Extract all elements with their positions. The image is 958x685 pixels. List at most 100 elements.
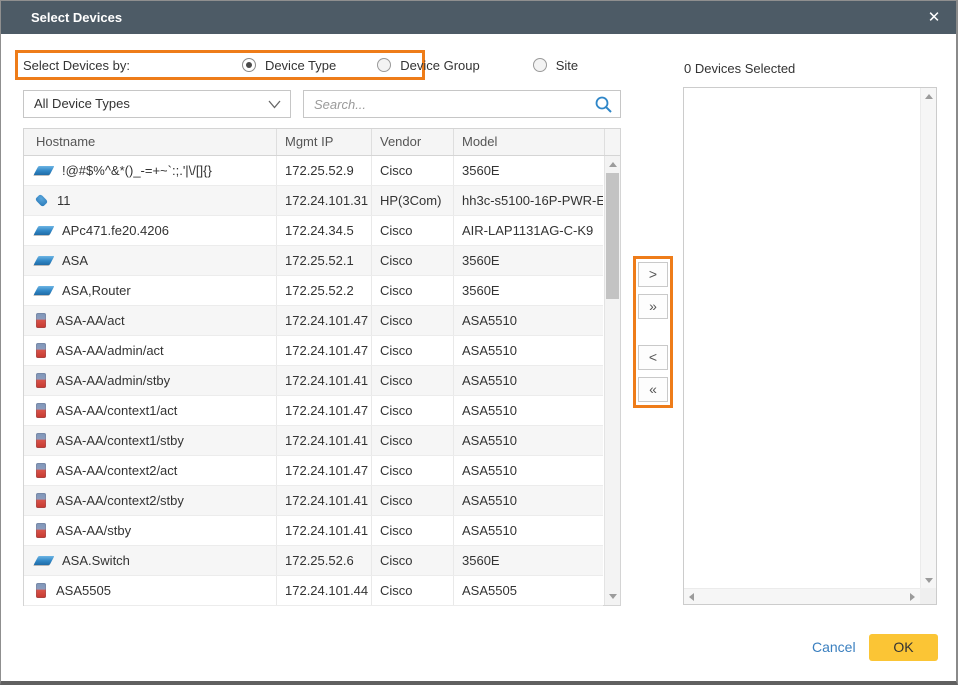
column-header-mgmt-ip[interactable]: Mgmt IP [277, 129, 372, 155]
mgmt-ip-cell: 172.25.52.2 [277, 276, 372, 305]
scrollbar-thumb[interactable] [606, 173, 619, 299]
vendor-cell: Cisco [372, 486, 454, 515]
remove-all-button[interactable]: « [638, 377, 668, 402]
mgmt-ip-cell: 172.24.101.41 [277, 426, 372, 455]
radio-device-type[interactable]: Device Type [242, 58, 336, 73]
model-cell: ASA5505 [454, 576, 603, 605]
model-cell: 3560E [454, 246, 603, 275]
firewall-icon [36, 523, 46, 538]
column-header-hostname[interactable]: Hostname [24, 129, 277, 155]
table-row[interactable]: ASA 172.25.52.1 Cisco 3560E [24, 246, 603, 276]
selected-horizontal-scrollbar[interactable] [684, 588, 920, 604]
model-cell: ASA5510 [454, 396, 603, 425]
selected-devices-listbox[interactable] [683, 87, 937, 605]
close-icon[interactable]: ✕ [924, 8, 944, 28]
firewall-icon [36, 463, 46, 478]
radio-icon[interactable] [377, 58, 391, 72]
hostname-cell: ASA,Router [62, 283, 131, 298]
model-cell: 3560E [454, 156, 603, 185]
chevron-down-icon [268, 100, 281, 109]
model-cell: 3560E [454, 276, 603, 305]
table-row[interactable]: ASA-AA/admin/act 172.24.101.47 Cisco ASA… [24, 336, 603, 366]
search-input[interactable] [304, 91, 592, 117]
model-cell: ASA5510 [454, 456, 603, 485]
scroll-left-icon[interactable] [689, 593, 694, 601]
cancel-button[interactable]: Cancel [812, 639, 856, 655]
firewall-icon [36, 403, 46, 418]
hostname-cell: ASA-AA/context2/act [56, 463, 177, 478]
radio-icon[interactable] [242, 58, 256, 72]
vendor-cell: HP(3Com) [372, 186, 454, 215]
table-row[interactable]: ASA-AA/stby 172.24.101.41 Cisco ASA5510 [24, 516, 603, 546]
firewall-icon [36, 313, 46, 328]
table-row[interactable]: ASA-AA/admin/stby 172.24.101.41 Cisco AS… [24, 366, 603, 396]
scroll-down-icon[interactable] [609, 594, 617, 599]
column-header-model[interactable]: Model [454, 129, 605, 155]
filter-label: Select Devices by: [23, 58, 130, 73]
radio-icon[interactable] [533, 58, 547, 72]
model-cell: ASA5510 [454, 306, 603, 335]
table-row[interactable]: ASA5505 172.24.101.44 Cisco ASA5505 [24, 576, 603, 606]
model-cell: ASA5510 [454, 336, 603, 365]
hostname-cell: ASA-AA/context1/act [56, 403, 177, 418]
model-cell: ASA5510 [454, 516, 603, 545]
table-row[interactable]: ASA-AA/act 172.24.101.47 Cisco ASA5510 [24, 306, 603, 336]
radio-device-group[interactable]: Device Group [377, 58, 479, 73]
hostname-cell: ASA-AA/admin/act [56, 343, 164, 358]
vendor-cell: Cisco [372, 276, 454, 305]
vendor-cell: Cisco [372, 246, 454, 275]
ok-button[interactable]: OK [869, 634, 938, 661]
vendor-cell: Cisco [372, 156, 454, 185]
vendor-cell: Cisco [372, 576, 454, 605]
add-all-button[interactable]: » [638, 294, 668, 319]
scrollbar-corner [920, 588, 936, 604]
device-table-header: Hostname Mgmt IP Vendor Model [24, 129, 620, 156]
model-cell: 3560E [454, 546, 603, 575]
mgmt-ip-cell: 172.24.101.31 [277, 186, 372, 215]
scroll-up-icon[interactable] [609, 162, 617, 167]
mgmt-ip-cell: 172.24.101.47 [277, 456, 372, 485]
switch-icon [34, 166, 55, 175]
model-cell: hh3c-s5100-16P-PWR-EI [454, 186, 603, 215]
mgmt-ip-cell: 172.24.101.47 [277, 396, 372, 425]
hostname-cell: ASA-AA/stby [56, 523, 131, 538]
radio-site[interactable]: Site [533, 58, 578, 73]
select-devices-dialog: Select Devices ✕ Select Devices by: Devi… [0, 0, 958, 685]
scroll-up-icon[interactable] [925, 94, 933, 99]
hostname-cell: ASA5505 [56, 583, 111, 598]
vendor-cell: Cisco [372, 366, 454, 395]
vendor-cell: Cisco [372, 336, 454, 365]
radio-device-type-label: Device Type [265, 58, 336, 73]
hostname-cell: !@#$%^&*()_-=+~`:;.'|\/[]{} [62, 163, 212, 178]
scroll-right-icon[interactable] [910, 593, 915, 601]
vendor-cell: Cisco [372, 516, 454, 545]
table-row[interactable]: !@#$%^&*()_-=+~`:;.'|\/[]{} 172.25.52.9 … [24, 156, 603, 186]
vendor-cell: Cisco [372, 456, 454, 485]
device-table-body: !@#$%^&*()_-=+~`:;.'|\/[]{} 172.25.52.9 … [24, 156, 603, 606]
table-row[interactable]: ASA-AA/context1/stby 172.24.101.41 Cisco… [24, 426, 603, 456]
table-row[interactable]: 11 172.24.101.31 HP(3Com) hh3c-s5100-16P… [24, 186, 603, 216]
scroll-down-icon[interactable] [925, 578, 933, 583]
add-selected-button[interactable]: > [638, 262, 668, 287]
table-row[interactable]: ASA-AA/context2/act 172.24.101.47 Cisco … [24, 456, 603, 486]
mgmt-ip-cell: 172.24.101.41 [277, 486, 372, 515]
firewall-icon [36, 433, 46, 448]
device-type-dropdown[interactable]: All Device Types [23, 90, 291, 118]
remove-selected-button[interactable]: < [638, 345, 668, 370]
table-row[interactable]: ASA,Router 172.25.52.2 Cisco 3560E [24, 276, 603, 306]
vendor-cell: Cisco [372, 426, 454, 455]
table-row[interactable]: APc471.fe20.4206 172.24.34.5 Cisco AIR-L… [24, 216, 603, 246]
table-row[interactable]: ASA-AA/context1/act 172.24.101.47 Cisco … [24, 396, 603, 426]
dialog-title: Select Devices [31, 1, 122, 34]
hostname-cell: ASA [62, 253, 88, 268]
mgmt-ip-cell: 172.24.101.47 [277, 336, 372, 365]
table-row[interactable]: ASA-AA/context2/stby 172.24.101.41 Cisco… [24, 486, 603, 516]
table-vertical-scrollbar[interactable] [604, 156, 620, 605]
selected-vertical-scrollbar[interactable] [920, 88, 936, 589]
switch-icon [34, 256, 55, 265]
column-header-vendor[interactable]: Vendor [372, 129, 454, 155]
table-row[interactable]: ASA.Switch 172.25.52.6 Cisco 3560E [24, 546, 603, 576]
search-icon[interactable] [594, 95, 613, 114]
mgmt-ip-cell: 172.24.101.47 [277, 306, 372, 335]
switch-icon [34, 226, 55, 235]
